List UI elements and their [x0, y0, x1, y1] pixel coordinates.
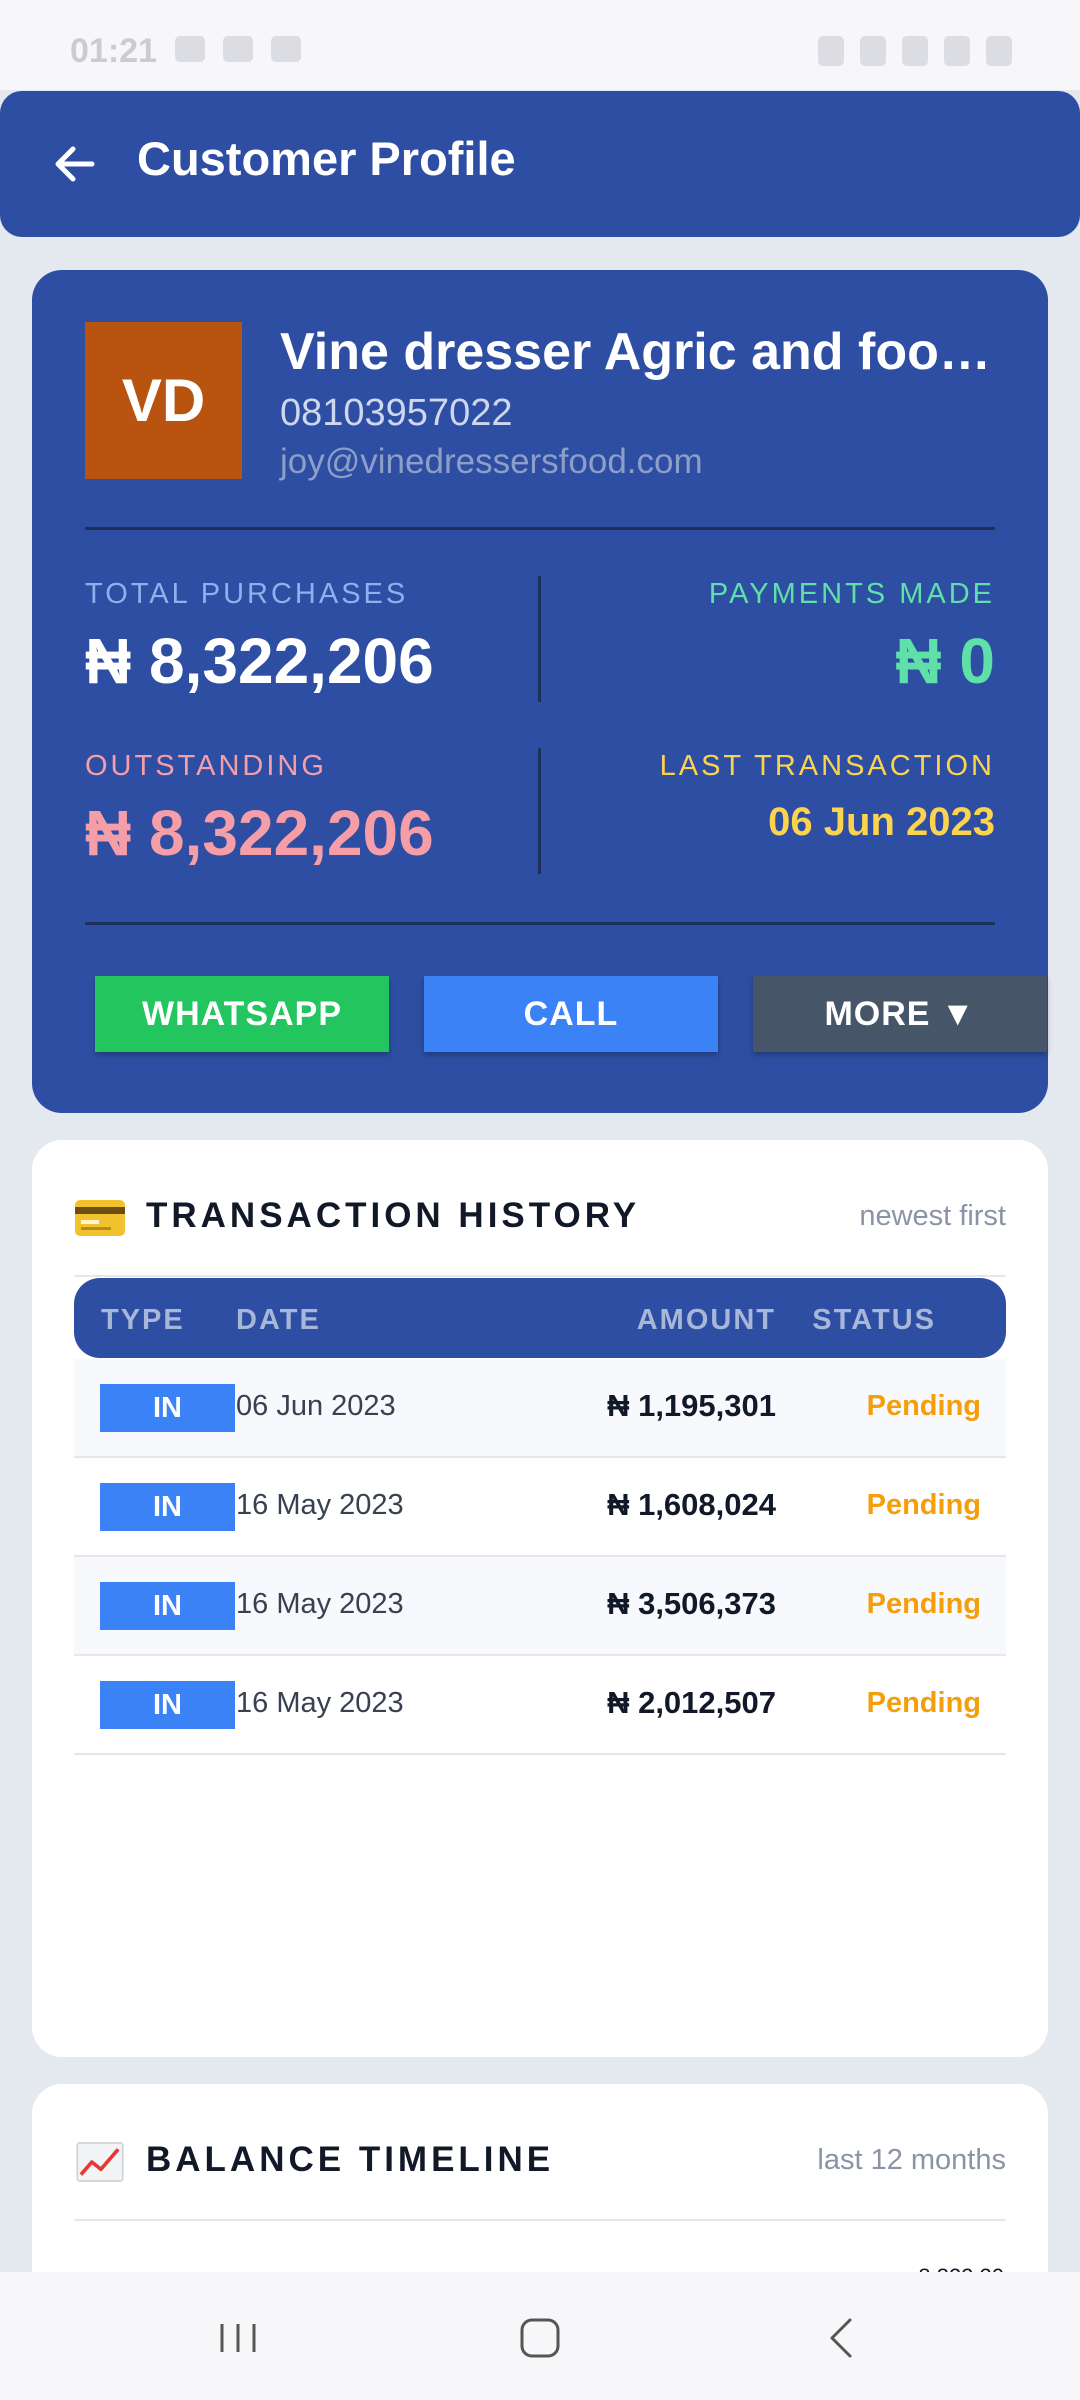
status-time: 01:21 — [70, 32, 157, 70]
divider — [74, 2219, 1006, 2221]
column-header-date: DATE — [236, 1304, 321, 1336]
last-transaction-value: 06 Jun 2023 — [768, 800, 995, 844]
customer-profile-card: VD Vine dresser Agric and food services … — [32, 270, 1048, 1113]
status-badge: Pending — [866, 1588, 981, 1620]
notification-icons — [175, 36, 301, 62]
last-transaction-label: LAST TRANSACTION — [659, 750, 995, 782]
table-header: TYPE DATE AMOUNT STATUS — [74, 1278, 1006, 1358]
status-badge: Pending — [866, 1390, 981, 1422]
divider — [85, 922, 995, 925]
more-button[interactable]: MORE ▼ — [753, 976, 1047, 1052]
panel-header: TRANSACTION HISTORY newest first — [74, 1190, 1006, 1262]
app-notification-icon — [271, 36, 301, 62]
customer-email: joy@vinedressersfood.com — [280, 442, 703, 481]
app-notification-icon — [223, 36, 253, 62]
recent-apps-button[interactable] — [208, 2308, 268, 2368]
arrow-left-icon — [55, 146, 95, 182]
stat-divider — [538, 748, 541, 874]
whatsapp-button[interactable]: WHATSAPP — [95, 976, 389, 1052]
row-amount: ₦ 3,506,373 — [607, 1586, 776, 1621]
system-icons — [818, 36, 1012, 66]
credit-card-icon — [75, 1200, 125, 1236]
total-purchases-value: ₦ 8,322,206 — [85, 625, 434, 697]
divider — [74, 1275, 1006, 1277]
table-row[interactable]: IN 16 May 2023 ₦ 1,608,024 Pending — [74, 1458, 1006, 1557]
battery-icon — [986, 36, 1012, 66]
panel-title: TRANSACTION HISTORY — [146, 1196, 641, 1235]
row-date: 06 Jun 2023 — [236, 1390, 396, 1422]
payments-made-value: ₦ 0 — [895, 625, 995, 697]
status-badge: Pending — [866, 1687, 981, 1719]
type-badge: IN — [100, 1582, 235, 1630]
wifi-icon — [902, 36, 928, 66]
back-button[interactable] — [46, 135, 104, 193]
chart-increasing-icon — [76, 2142, 124, 2182]
chevron-left-icon — [830, 2318, 852, 2358]
row-date: 16 May 2023 — [236, 1588, 404, 1620]
panel-header: BALANCE TIMELINE last 12 months — [74, 2134, 1006, 2206]
vibrate-icon — [860, 36, 886, 66]
avatar: VD — [85, 322, 242, 479]
customer-phone: 08103957022 — [280, 392, 513, 434]
total-purchases-label: TOTAL PURCHASES — [85, 578, 409, 610]
signal-icon — [944, 36, 970, 66]
type-badge: IN — [100, 1681, 235, 1729]
column-header-type: TYPE — [101, 1304, 185, 1336]
customer-name: Vine dresser Agric and food services — [280, 323, 1020, 381]
recent-apps-icon — [220, 2324, 256, 2352]
status-badge: Pending — [866, 1489, 981, 1521]
table-row[interactable]: IN 16 May 2023 ₦ 3,506,373 Pending — [74, 1557, 1006, 1656]
column-header-status: STATUS — [812, 1304, 936, 1336]
row-date: 16 May 2023 — [236, 1489, 404, 1521]
row-amount: ₦ 2,012,507 — [607, 1685, 776, 1720]
sort-hint: newest first — [859, 1200, 1006, 1232]
payments-made-label: PAYMENTS MADE — [708, 578, 995, 610]
app-header: Customer Profile — [0, 91, 1080, 237]
home-button[interactable] — [510, 2308, 570, 2368]
table-row[interactable]: IN 06 Jun 2023 ₦ 1,195,301 Pending — [74, 1359, 1006, 1458]
outstanding-label: OUTSTANDING — [85, 750, 327, 782]
balance-timeline-panel: BALANCE TIMELINE last 12 months 8,322,20 — [32, 2084, 1048, 2272]
type-badge: IN — [100, 1483, 235, 1531]
table-row[interactable]: IN 16 May 2023 ₦ 2,012,507 Pending — [74, 1656, 1006, 1755]
outstanding-value: ₦ 8,322,206 — [85, 797, 434, 869]
column-header-amount: AMOUNT — [636, 1304, 776, 1336]
range-hint: last 12 months — [817, 2144, 1006, 2176]
divider — [85, 527, 995, 530]
home-icon — [520, 2318, 560, 2358]
chart-max-value-label: 8,322,20 — [918, 2264, 1004, 2272]
status-bar: 01:21 — [0, 0, 1080, 90]
page-title: Customer Profile — [137, 132, 516, 185]
stat-divider — [538, 576, 541, 702]
row-amount: ₦ 1,195,301 — [607, 1388, 776, 1423]
type-badge: IN — [100, 1384, 235, 1432]
system-navigation-bar — [0, 2272, 1080, 2400]
transaction-history-panel: TRANSACTION HISTORY newest first TYPE DA… — [32, 1140, 1048, 2057]
call-button[interactable]: CALL — [424, 976, 718, 1052]
mail-icon — [175, 36, 205, 62]
row-date: 16 May 2023 — [236, 1687, 404, 1719]
row-amount: ₦ 1,608,024 — [607, 1487, 776, 1522]
back-nav-button[interactable] — [812, 2308, 872, 2368]
panel-title: BALANCE TIMELINE — [146, 2140, 555, 2179]
alarm-icon — [818, 36, 844, 66]
